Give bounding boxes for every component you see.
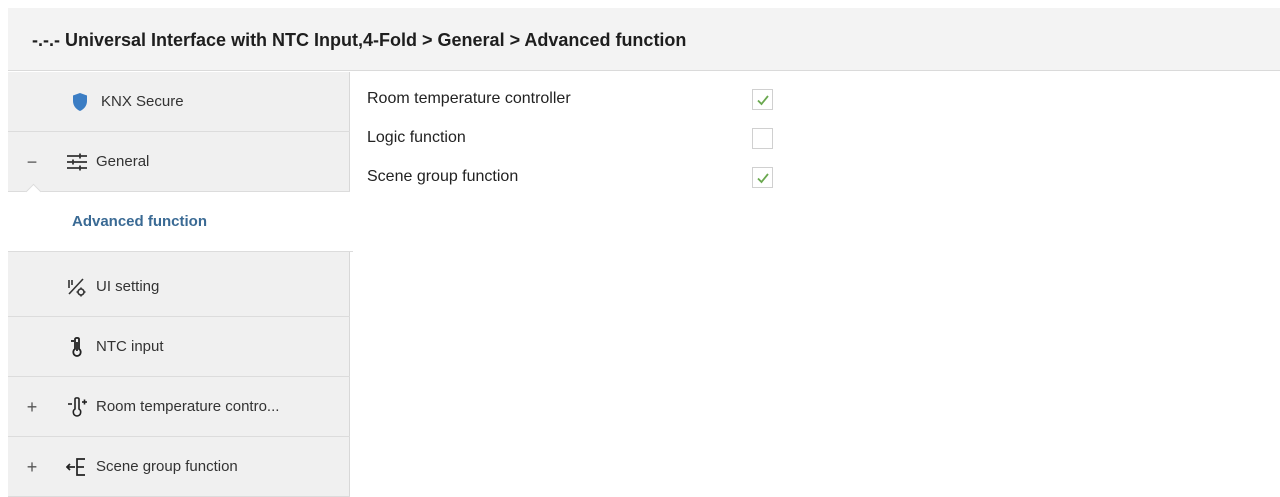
sidebar-item-label: General: [96, 153, 150, 170]
shield-icon: [68, 90, 92, 114]
logic-function-checkbox[interactable]: [752, 128, 773, 149]
sidebar-item-label: UI setting: [96, 278, 160, 295]
room-temperature-controller-checkbox[interactable]: [752, 89, 773, 110]
sliders-icon: [65, 150, 89, 174]
check-icon: [756, 94, 769, 105]
ui-setting-icon: [65, 275, 89, 299]
scene-group-function-checkbox[interactable]: [752, 167, 773, 188]
expand-icon[interactable]: +: [25, 377, 39, 437]
param-label: Scene group function: [367, 168, 519, 185]
sidebar-item-label: KNX Secure: [101, 93, 184, 110]
sidebar: KNX Secure − General Advanced function U…: [8, 72, 353, 497]
sidebar-item-advanced-function[interactable]: Advanced function: [8, 183, 353, 252]
collapse-icon[interactable]: −: [25, 132, 39, 192]
param-scene-group-function: Scene group function: [367, 164, 787, 192]
param-room-temperature-controller: Room temperature controller: [367, 86, 787, 114]
sidebar-item-general[interactable]: − General: [8, 132, 350, 192]
ntc-sensor-icon: [65, 335, 89, 359]
param-logic-function: Logic function: [367, 125, 787, 153]
param-label: Room temperature controller: [367, 90, 571, 107]
page-title: -.-.- Universal Interface with NTC Input…: [32, 30, 687, 50]
sidebar-item-knx-secure[interactable]: KNX Secure: [8, 72, 350, 132]
sidebar-item-scene-group-function[interactable]: + Scene group function: [8, 437, 350, 497]
expand-icon[interactable]: +: [25, 437, 39, 497]
sidebar-item-label: NTC input: [96, 338, 164, 355]
check-icon: [756, 172, 769, 183]
title-bar: -.-.- Universal Interface with NTC Input…: [8, 8, 1280, 71]
sidebar-item-label: Scene group function: [96, 458, 238, 475]
sidebar-item-ui-setting[interactable]: UI setting: [8, 257, 350, 317]
thermometer-icon: [65, 395, 89, 419]
sidebar-item-label: Room temperature contro...: [96, 398, 280, 415]
param-label: Logic function: [367, 129, 466, 146]
sidebar-item-label: Advanced function: [72, 213, 208, 230]
sidebar-item-ntc-input[interactable]: NTC input: [8, 317, 350, 377]
scene-group-icon: [65, 455, 89, 479]
sidebar-item-room-temperature-controller[interactable]: + Room temperature contro...: [8, 377, 350, 437]
parameter-panel: Room temperature controller Logic functi…: [352, 72, 1280, 497]
